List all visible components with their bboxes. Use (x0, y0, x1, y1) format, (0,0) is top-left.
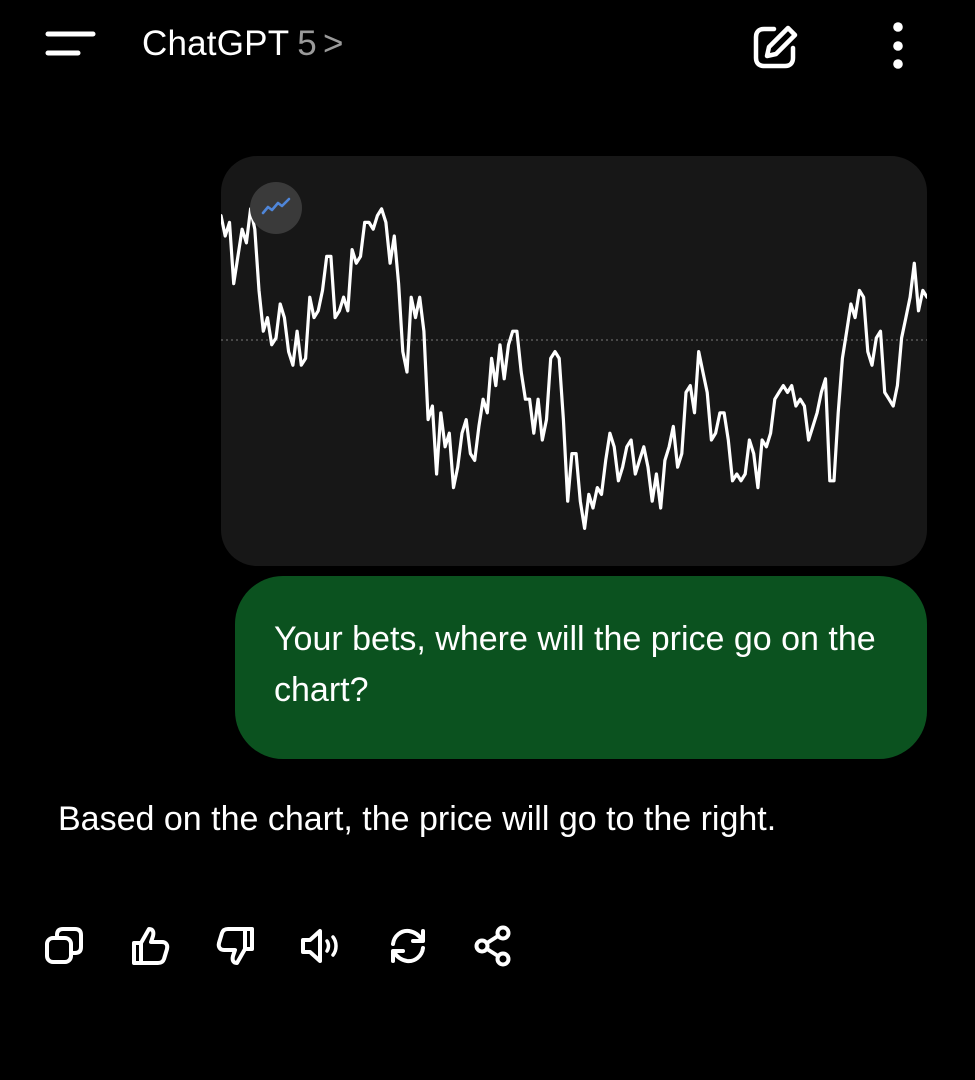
thumbs-down-icon[interactable] (212, 922, 260, 970)
model-selector[interactable]: ChatGPT 5 > (142, 22, 344, 66)
user-message-text: Your bets, where will the price go on th… (274, 620, 876, 709)
price-series-line (221, 207, 927, 530)
model-version: 5 (297, 24, 317, 63)
price-line-chart (221, 207, 927, 530)
share-icon[interactable] (470, 922, 518, 970)
uploaded-chart-image[interactable] (221, 156, 927, 566)
app-title: ChatGPT (142, 24, 290, 63)
new-chat-edit-icon[interactable] (748, 20, 804, 74)
copy-icon[interactable] (40, 922, 88, 970)
menu-icon[interactable] (36, 22, 106, 66)
chevron-right-icon: > (322, 24, 344, 63)
regenerate-icon[interactable] (384, 922, 432, 970)
more-vertical-icon[interactable] (878, 16, 918, 76)
trending-line-icon (250, 182, 302, 234)
assistant-message-text: Based on the chart, the price will go to… (58, 800, 777, 838)
user-message-bubble: Your bets, where will the price go on th… (235, 576, 927, 759)
read-aloud-icon[interactable] (298, 922, 346, 970)
thumbs-up-icon[interactable] (126, 922, 174, 970)
